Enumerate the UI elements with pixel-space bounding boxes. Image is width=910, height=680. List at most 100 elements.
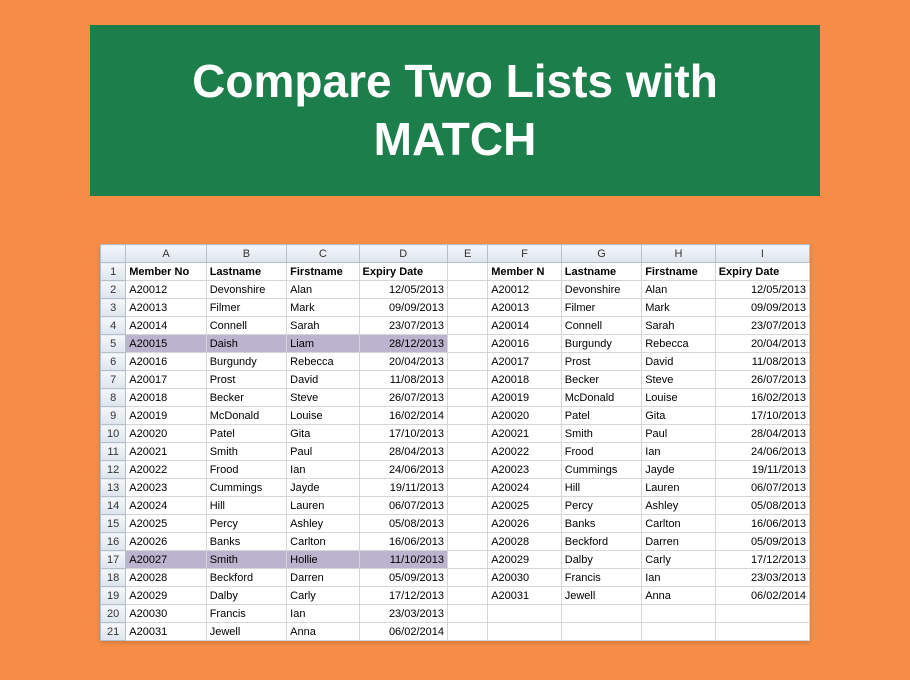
cell[interactable]: Member No [126, 263, 206, 281]
cell[interactable]: 28/04/2013 [359, 443, 447, 461]
cell[interactable]: Mark [642, 299, 716, 317]
cell[interactable]: Hill [206, 497, 286, 515]
cell[interactable]: Devonshire [561, 281, 641, 299]
cell[interactable]: Cummings [206, 479, 286, 497]
cell[interactable]: 06/02/2014 [359, 623, 447, 641]
row-header[interactable]: 8 [101, 389, 126, 407]
cell[interactable]: A20028 [488, 533, 562, 551]
cell[interactable]: 28/04/2013 [715, 425, 809, 443]
cell[interactable]: 12/05/2013 [359, 281, 447, 299]
cell[interactable]: 16/02/2014 [359, 407, 447, 425]
cell[interactable]: Mark [287, 299, 359, 317]
cell[interactable]: Gita [287, 425, 359, 443]
cell[interactable]: Daish [206, 335, 286, 353]
row-header[interactable]: 3 [101, 299, 126, 317]
cell[interactable]: A20028 [126, 569, 206, 587]
cell[interactable] [715, 623, 809, 641]
cell[interactable]: Anna [642, 587, 716, 605]
cell[interactable]: A20023 [488, 461, 562, 479]
cell[interactable]: A20029 [488, 551, 562, 569]
cell[interactable]: A20012 [126, 281, 206, 299]
cell[interactable] [448, 335, 488, 353]
cell[interactable]: Connell [206, 317, 286, 335]
col-header-b[interactable]: B [206, 245, 286, 263]
row-header[interactable]: 13 [101, 479, 126, 497]
cell[interactable]: 17/12/2013 [359, 587, 447, 605]
cell[interactable]: Becker [206, 389, 286, 407]
cell[interactable]: 05/09/2013 [715, 533, 809, 551]
cell[interactable]: 12/05/2013 [715, 281, 809, 299]
row-header[interactable]: 21 [101, 623, 126, 641]
cell[interactable]: Filmer [206, 299, 286, 317]
cell[interactable] [448, 623, 488, 641]
cell[interactable]: Rebecca [287, 353, 359, 371]
cell[interactable]: 11/08/2013 [359, 371, 447, 389]
cell[interactable]: Sarah [642, 317, 716, 335]
cell[interactable]: David [642, 353, 716, 371]
col-header-d[interactable]: D [359, 245, 447, 263]
cell[interactable]: A20020 [488, 407, 562, 425]
cell[interactable]: Paul [642, 425, 716, 443]
cell[interactable] [448, 407, 488, 425]
cell[interactable]: Hill [561, 479, 641, 497]
cell[interactable]: 17/10/2013 [359, 425, 447, 443]
cell[interactable]: A20021 [126, 443, 206, 461]
cell[interactable]: Filmer [561, 299, 641, 317]
cell[interactable]: Smith [561, 425, 641, 443]
cell[interactable]: Gita [642, 407, 716, 425]
cell[interactable]: 11/10/2013 [359, 551, 447, 569]
cell[interactable]: Francis [206, 605, 286, 623]
cell[interactable] [448, 353, 488, 371]
cell[interactable] [488, 623, 562, 641]
cell[interactable]: Patel [561, 407, 641, 425]
cell[interactable]: Sarah [287, 317, 359, 335]
cell[interactable]: 23/03/2013 [359, 605, 447, 623]
cell[interactable]: Percy [206, 515, 286, 533]
cell[interactable]: Dalby [561, 551, 641, 569]
cell[interactable] [448, 299, 488, 317]
cell[interactable]: A20020 [126, 425, 206, 443]
cell[interactable]: Becker [561, 371, 641, 389]
cell[interactable]: 16/06/2013 [359, 533, 447, 551]
cell[interactable]: 09/09/2013 [359, 299, 447, 317]
cell[interactable]: A20014 [126, 317, 206, 335]
col-header-i[interactable]: I [715, 245, 809, 263]
cell[interactable] [448, 497, 488, 515]
cell[interactable] [448, 443, 488, 461]
cell[interactable]: A20027 [126, 551, 206, 569]
row-header[interactable]: 14 [101, 497, 126, 515]
cell[interactable]: Patel [206, 425, 286, 443]
cell[interactable]: 20/04/2013 [359, 353, 447, 371]
cell[interactable]: 09/09/2013 [715, 299, 809, 317]
cell[interactable]: A20019 [126, 407, 206, 425]
cell[interactable]: A20012 [488, 281, 562, 299]
col-header-c[interactable]: C [287, 245, 359, 263]
cell[interactable]: 06/07/2013 [715, 479, 809, 497]
cell[interactable]: A20013 [488, 299, 562, 317]
cell[interactable]: A20031 [126, 623, 206, 641]
cell[interactable]: Paul [287, 443, 359, 461]
cell[interactable]: Alan [287, 281, 359, 299]
cell[interactable]: 05/08/2013 [359, 515, 447, 533]
row-header[interactable]: 11 [101, 443, 126, 461]
cell[interactable]: Hollie [287, 551, 359, 569]
cell[interactable]: 23/03/2013 [715, 569, 809, 587]
cell[interactable]: 06/07/2013 [359, 497, 447, 515]
cell[interactable] [448, 605, 488, 623]
cell[interactable]: Burgundy [561, 335, 641, 353]
cell[interactable]: McDonald [206, 407, 286, 425]
row-header[interactable]: 2 [101, 281, 126, 299]
cell[interactable] [488, 605, 562, 623]
row-header[interactable]: 12 [101, 461, 126, 479]
cell[interactable]: A20026 [488, 515, 562, 533]
cell[interactable]: Member N [488, 263, 562, 281]
cell[interactable]: David [287, 371, 359, 389]
cell[interactable]: A20025 [488, 497, 562, 515]
cell[interactable]: Ian [287, 605, 359, 623]
cell[interactable]: Beckford [206, 569, 286, 587]
cell[interactable]: Firstname [642, 263, 716, 281]
col-header-e[interactable]: E [448, 245, 488, 263]
row-header[interactable]: 16 [101, 533, 126, 551]
cell[interactable]: Ian [642, 443, 716, 461]
cell[interactable] [448, 551, 488, 569]
